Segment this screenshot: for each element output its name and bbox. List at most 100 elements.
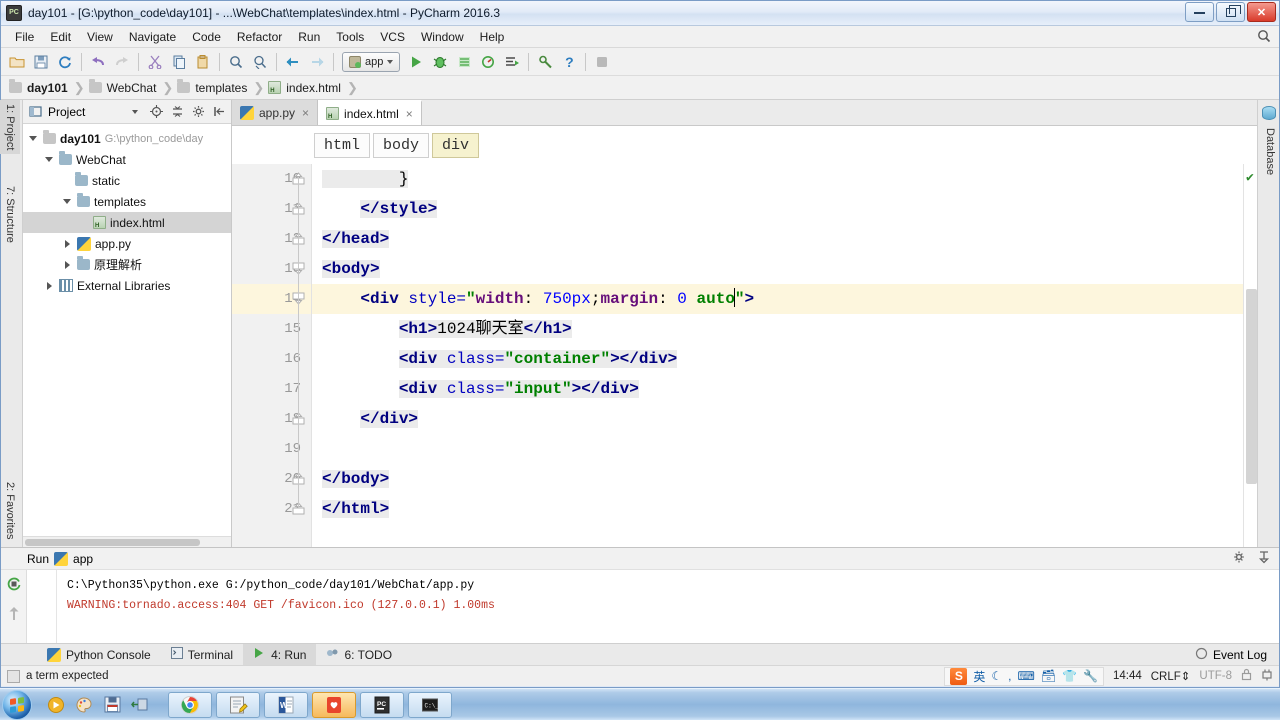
twisty-collapsed-icon[interactable] [43, 281, 55, 290]
lock-icon[interactable] [1241, 668, 1252, 684]
tab-python-console[interactable]: Python Console [37, 645, 161, 665]
code-line[interactable]: </style> [312, 194, 1243, 224]
connect-icon[interactable] [130, 695, 150, 715]
minimize-button[interactable] [1185, 2, 1214, 22]
code-line[interactable]: </body> [312, 464, 1243, 494]
sync-refresh-icon[interactable] [54, 51, 76, 73]
toolbox-icon[interactable]: 🗃 [1041, 669, 1056, 683]
menu-run[interactable]: Run [290, 27, 328, 47]
tab-run[interactable]: 4: Run [243, 644, 317, 665]
editor-code[interactable]: } </style> </head> <body> <div style="widt… [312, 164, 1243, 547]
code-line[interactable] [312, 434, 1243, 464]
code-line[interactable]: <div class="container"></div> [312, 344, 1243, 374]
code-line[interactable]: <body> [312, 254, 1243, 284]
menu-window[interactable]: Window [413, 27, 472, 47]
tree-item-templates[interactable]: templates [23, 191, 231, 212]
scrollbar-thumb[interactable] [25, 539, 200, 546]
moon-icon[interactable]: ☾ [991, 669, 1002, 683]
profile-icon[interactable] [477, 51, 499, 73]
breadcrumb-item-day101[interactable]: day101 [9, 79, 72, 95]
run-icon[interactable] [405, 51, 427, 73]
inspection-strip[interactable]: ✔ [1243, 164, 1257, 547]
twisty-expanded-icon[interactable] [61, 199, 73, 204]
close-icon[interactable]: × [406, 107, 413, 121]
tree-item-day101[interactable]: day101 G:\python_code\day [23, 128, 231, 149]
coverage-icon[interactable] [453, 51, 475, 73]
save-icon[interactable] [102, 695, 122, 715]
breadcrumb-item-templates[interactable]: templates [177, 79, 251, 95]
rerun-icon[interactable] [6, 576, 22, 595]
cmd-taskbar-button[interactable]: C:\_ [408, 691, 452, 718]
menu-file[interactable]: File [7, 27, 42, 47]
menu-code[interactable]: Code [184, 27, 229, 47]
code-line[interactable]: } [312, 164, 1243, 194]
cut-icon[interactable] [144, 51, 166, 73]
word-taskbar-button[interactable]: W [264, 691, 308, 718]
code-line[interactable]: </head> [312, 224, 1243, 254]
maximize-button[interactable] [1216, 2, 1245, 22]
back-icon[interactable] [282, 51, 304, 73]
tree-item-index-html[interactable]: index.html [23, 212, 231, 233]
stop-icon[interactable] [591, 51, 613, 73]
twisty-collapsed-icon[interactable] [61, 239, 73, 248]
sidebar-item-database[interactable]: Database [1260, 124, 1280, 179]
event-log-button[interactable]: Event Log [1195, 647, 1267, 663]
code-line[interactable]: <div class="input"></div> [312, 374, 1243, 404]
twisty-expanded-icon[interactable] [27, 136, 39, 141]
help-icon[interactable]: ? [558, 51, 580, 73]
open-folder-icon[interactable] [6, 51, 28, 73]
skin-icon[interactable]: 👕 [1062, 669, 1077, 683]
menu-edit[interactable]: Edit [42, 27, 79, 47]
editor-tab-index-html[interactable]: index.html × [318, 100, 422, 125]
collapse-all-icon[interactable] [169, 104, 185, 120]
tree-item-webchat[interactable]: WebChat [23, 149, 231, 170]
target-locate-icon[interactable] [148, 104, 164, 120]
keyboard-icon[interactable]: ⌨ [1017, 669, 1034, 683]
editor-tab-app-py[interactable]: app.py × [232, 100, 319, 125]
app-taskbar-button[interactable] [312, 691, 356, 718]
ime-mode-label[interactable]: 英 [973, 668, 985, 685]
pycharm-taskbar-button[interactable]: PC [360, 691, 404, 718]
editor-taskbar-button[interactable] [216, 691, 260, 718]
media-player-icon[interactable] [46, 695, 66, 715]
close-icon[interactable]: × [302, 106, 309, 120]
tree-item-external-libraries[interactable]: External Libraries [23, 275, 231, 296]
menu-navigate[interactable]: Navigate [121, 27, 184, 47]
tab-terminal[interactable]: Terminal [161, 644, 243, 665]
start-button[interactable] [2, 689, 32, 720]
pin-icon[interactable] [1257, 550, 1271, 567]
editor-gutter[interactable]: 101112131415161718192021 [232, 164, 312, 547]
code-line[interactable]: </div> [312, 404, 1243, 434]
menu-help[interactable]: Help [472, 27, 513, 47]
code-line[interactable]: <div style="width: 750px;margin: 0 auto"… [312, 284, 1243, 314]
code-editor[interactable]: 101112131415161718192021 } </style></hea… [232, 164, 1257, 547]
search-icon[interactable] [1257, 29, 1271, 46]
ime-toolbar[interactable]: S 英 ☾ , ⌨ 🗃 👕 🔧 [944, 666, 1104, 686]
breadcrumb-item-webchat[interactable]: WebChat [88, 79, 161, 95]
twisty-collapsed-icon[interactable] [61, 260, 73, 269]
paste-icon[interactable] [192, 51, 214, 73]
project-panel-hscrollbar[interactable] [23, 536, 231, 547]
menu-tools[interactable]: Tools [328, 27, 372, 47]
plug-icon[interactable] [1261, 668, 1273, 684]
code-line[interactable]: </html> [312, 494, 1243, 524]
undo-icon[interactable] [87, 51, 109, 73]
run-with-console-icon[interactable] [501, 51, 523, 73]
debug-icon[interactable] [429, 51, 451, 73]
menu-view[interactable]: View [79, 27, 121, 47]
comma-icon[interactable]: , [1008, 669, 1011, 683]
close-button[interactable]: ✕ [1247, 2, 1276, 22]
scroll-up-icon[interactable] [7, 605, 21, 624]
hide-panel-icon[interactable] [211, 104, 227, 120]
sidebar-item-favorites[interactable]: 2: Favorites [0, 478, 20, 543]
gear-icon[interactable] [190, 104, 206, 120]
tag-breadcrumb-body[interactable]: body [373, 132, 430, 158]
copy-icon[interactable] [168, 51, 190, 73]
run-configuration-selector[interactable]: app [342, 51, 401, 72]
settings-gear-icon[interactable] [1233, 550, 1247, 567]
encoding-label[interactable]: UTF-8 [1199, 670, 1232, 682]
chrome-taskbar-button[interactable] [168, 691, 212, 718]
tag-breadcrumb-div[interactable]: div [432, 132, 480, 158]
forward-icon[interactable] [306, 51, 328, 73]
tab-todo[interactable]: 6: TODO [316, 644, 402, 665]
